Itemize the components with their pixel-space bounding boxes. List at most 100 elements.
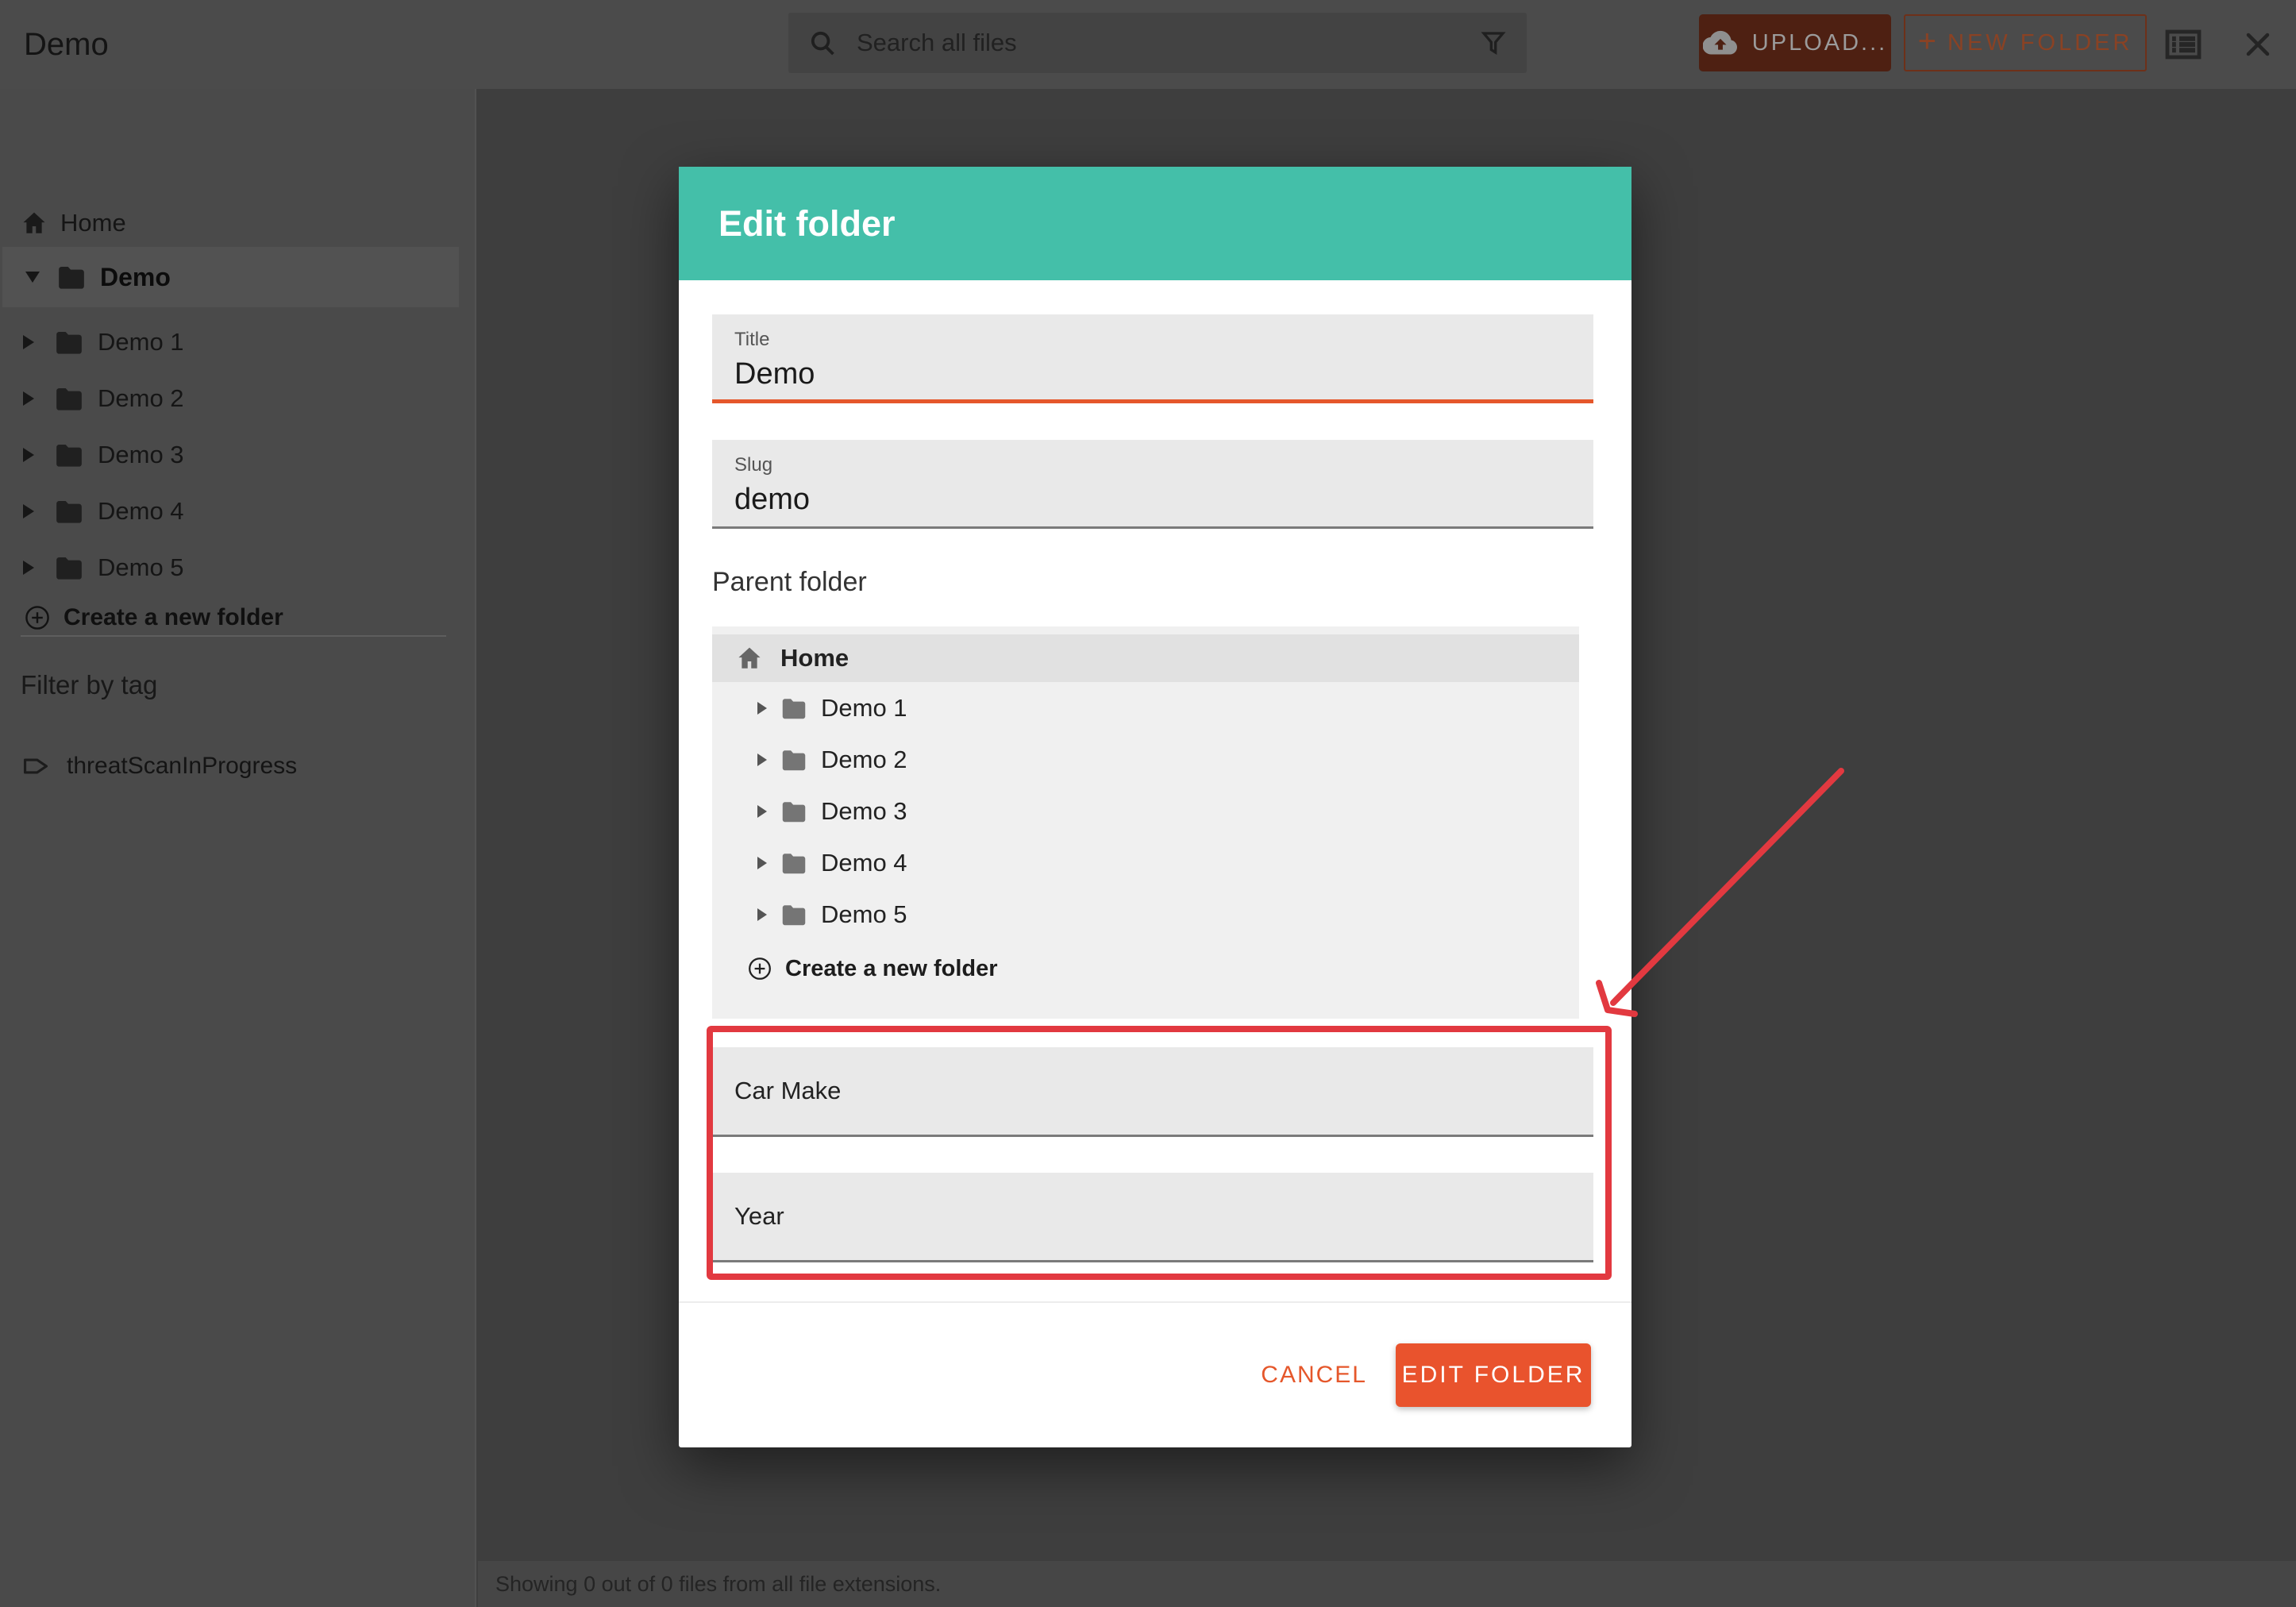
- sidebar-folder-label: Demo 4: [98, 497, 184, 526]
- tree-item-folder[interactable]: Demo 3: [712, 785, 1579, 837]
- filter-icon[interactable]: [1479, 29, 1508, 57]
- upload-label: UPLOAD...: [1752, 30, 1887, 56]
- folder-icon: [53, 439, 85, 471]
- close-icon: [2244, 30, 2272, 59]
- sidebar-item-folder[interactable]: Demo 4: [23, 491, 184, 531]
- folder-icon: [53, 326, 85, 358]
- tag-icon: [21, 751, 51, 781]
- sidebar-item-home[interactable]: Home: [21, 205, 126, 241]
- tree-item-folder[interactable]: Demo 1: [712, 682, 1579, 734]
- tree-create-folder[interactable]: Create a new folder: [712, 946, 1579, 991]
- sidebar-folder-label: Demo 2: [98, 384, 184, 413]
- car-make-field-label: Car Make: [734, 1077, 841, 1105]
- modal-title: Edit folder: [718, 203, 896, 245]
- media-manager-app: Demo UPLOAD... + NEW FOLDER: [0, 0, 2296, 1607]
- list-view-button[interactable]: [2164, 29, 2202, 63]
- sidebar-folder-label: Demo 3: [98, 441, 184, 469]
- caret-right-icon[interactable]: [23, 335, 34, 349]
- title-field-value[interactable]: Demo: [734, 357, 1571, 391]
- caret-right-icon[interactable]: [757, 908, 767, 921]
- search-bar[interactable]: [788, 13, 1527, 73]
- sidebar-folder-label: Demo 5: [98, 553, 184, 582]
- top-bar: Demo UPLOAD... + NEW FOLDER: [0, 0, 2296, 89]
- caret-right-icon[interactable]: [23, 561, 34, 575]
- folder-icon: [53, 495, 85, 527]
- sidebar-item-folder[interactable]: Demo 5: [23, 548, 184, 588]
- filter-by-tag-heading: Filter by tag: [21, 670, 157, 700]
- edit-folder-submit-button[interactable]: EDIT FOLDER: [1396, 1343, 1591, 1407]
- caret-right-icon[interactable]: [757, 753, 767, 766]
- current-folder-title: Demo: [24, 0, 109, 89]
- tree-folder-label: Demo 3: [821, 797, 907, 826]
- edit-folder-modal: Edit folder Title Demo Slug demo Parent …: [679, 167, 1631, 1447]
- caret-right-icon[interactable]: [23, 448, 34, 462]
- upload-button[interactable]: UPLOAD...: [1699, 14, 1891, 71]
- slug-field-value[interactable]: demo: [734, 483, 1571, 517]
- sidebar-create-folder[interactable]: Create a new folder: [24, 599, 283, 637]
- tree-item-folder[interactable]: Demo 2: [712, 734, 1579, 785]
- sidebar-item-folder[interactable]: Demo 2: [23, 379, 184, 418]
- caret-right-icon[interactable]: [757, 702, 767, 715]
- parent-folder-tree: Home Demo 1 Demo 2: [712, 626, 1579, 1019]
- sidebar-folder-label: Demo: [100, 263, 171, 292]
- folder-icon: [780, 746, 808, 774]
- sidebar-divider: [21, 635, 446, 637]
- plus-circle-icon: [747, 956, 772, 981]
- tree-folder-label: Demo 4: [821, 849, 907, 877]
- status-bar: Showing 0 out of 0 files from all file e…: [478, 1561, 2296, 1607]
- year-field-label: Year: [734, 1202, 784, 1231]
- tree-folder-label: Demo 1: [821, 694, 907, 723]
- new-folder-label: NEW FOLDER: [1947, 30, 2132, 56]
- sidebar-tag-item[interactable]: threatScanInProgress: [21, 746, 297, 786]
- plus-icon: +: [1918, 25, 1936, 57]
- tree-item-home[interactable]: Home: [712, 634, 1579, 682]
- tree-folder-label: Demo 2: [821, 746, 907, 774]
- year-field[interactable]: Year: [712, 1173, 1593, 1262]
- caret-down-icon[interactable]: [25, 272, 40, 283]
- search-icon: [807, 28, 838, 58]
- caret-right-icon[interactable]: [757, 805, 767, 818]
- close-button[interactable]: [2244, 30, 2272, 61]
- parent-folder-heading: Parent folder: [712, 567, 1593, 598]
- sidebar-folder-label: Demo 1: [98, 328, 184, 356]
- caret-right-icon[interactable]: [23, 504, 34, 518]
- status-text: Showing 0 out of 0 files from all file e…: [495, 1572, 941, 1597]
- home-icon: [736, 645, 763, 672]
- sidebar-item-folder[interactable]: Demo 1: [23, 322, 184, 362]
- folder-icon: [780, 797, 808, 826]
- plus-circle-icon: [24, 604, 51, 631]
- tree-create-folder-label: Create a new folder: [785, 956, 998, 982]
- upload-cloud-icon: [1703, 25, 1738, 60]
- modal-footer: CANCEL EDIT FOLDER: [712, 1303, 1593, 1447]
- new-folder-button[interactable]: + NEW FOLDER: [1904, 14, 2147, 71]
- sidebar-item-folder-selected[interactable]: Demo: [2, 247, 459, 307]
- sidebar-item-folder[interactable]: Demo 3: [23, 435, 184, 475]
- tree-folder-label: Demo 5: [821, 900, 907, 929]
- folder-icon: [780, 849, 808, 877]
- sidebar-tag-label: threatScanInProgress: [67, 753, 297, 780]
- home-icon: [21, 210, 48, 237]
- folder-icon: [53, 383, 85, 414]
- caret-right-icon[interactable]: [757, 857, 767, 869]
- slug-field-label: Slug: [734, 454, 1571, 476]
- tree-item-folder[interactable]: Demo 4: [712, 837, 1579, 888]
- folder-icon: [56, 261, 87, 293]
- sidebar-home-label: Home: [60, 209, 126, 237]
- list-view-icon: [2164, 29, 2202, 60]
- folder-icon: [53, 552, 85, 584]
- caret-right-icon[interactable]: [23, 391, 34, 406]
- title-field-label: Title: [734, 329, 1571, 351]
- cancel-button[interactable]: CANCEL: [1261, 1362, 1367, 1389]
- car-make-field[interactable]: Car Make: [712, 1047, 1593, 1137]
- title-field[interactable]: Title Demo: [712, 314, 1593, 403]
- modal-body: Title Demo Slug demo Parent folder Home: [679, 314, 1631, 1447]
- tree-home-label: Home: [780, 644, 849, 672]
- sidebar-create-folder-label: Create a new folder: [64, 604, 283, 631]
- search-input[interactable]: [857, 29, 1479, 57]
- modal-header: Edit folder: [679, 167, 1631, 280]
- folder-icon: [780, 694, 808, 723]
- slug-field[interactable]: Slug demo: [712, 440, 1593, 529]
- tree-item-folder[interactable]: Demo 5: [712, 888, 1579, 940]
- folder-icon: [780, 900, 808, 929]
- folder-sidebar: Home Demo Demo 1 Demo 2: [0, 89, 476, 1607]
